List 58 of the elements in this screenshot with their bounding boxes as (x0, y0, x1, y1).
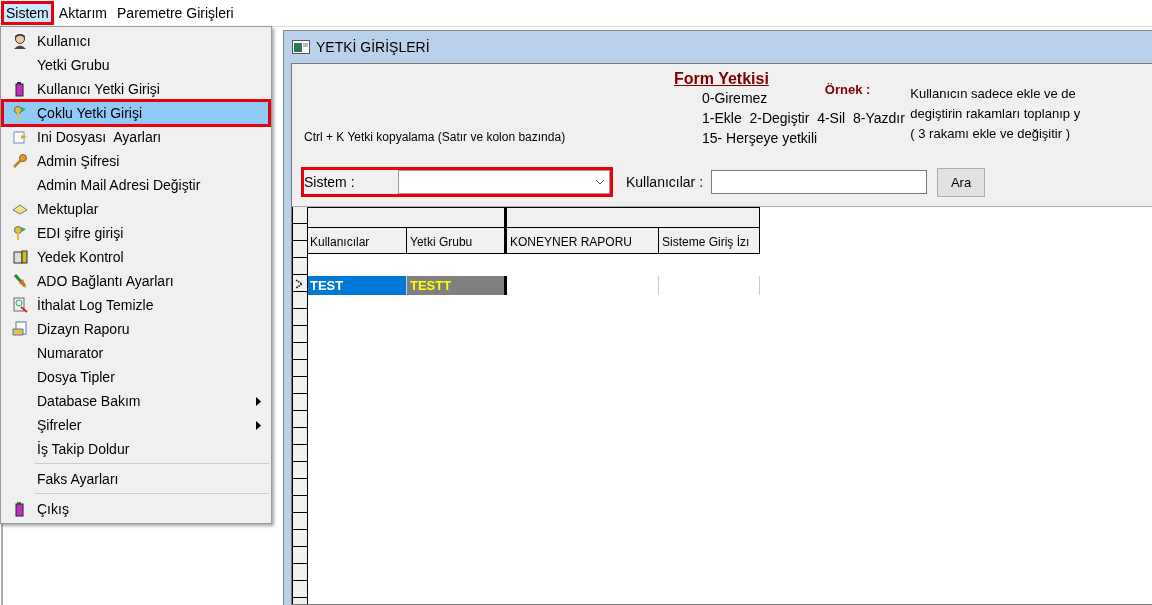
column-header[interactable]: Kullanıcılar (307, 228, 407, 254)
example-line: Kullanıcın sadece ekle ve de (910, 85, 1077, 103)
window-icon (292, 40, 310, 54)
shortcut-hint: Ctrl + K Yetki kopyalama (Satır ve kolon bazında) (304, 130, 566, 144)
legend-line: 0-Giremez (702, 89, 768, 108)
chevron-down-icon (595, 179, 605, 185)
plug-icon (12, 273, 28, 289)
menu-item[interactable]: Dizayn Raporu (3, 317, 269, 341)
example-line: ( 3 rakamı ekle ve değişitir ) (910, 125, 1071, 143)
printer-icon (12, 321, 28, 337)
key-icon (12, 105, 28, 121)
sistem-label: Sistem : (304, 174, 355, 190)
document-icon (12, 129, 28, 145)
menu-item[interactable]: Numarator (3, 341, 269, 365)
menu-item[interactable]: Dosya Tipler (3, 365, 269, 389)
menu-item[interactable]: Kullanıcı Yetki Girişi (3, 77, 269, 101)
row-pointer-icon (295, 279, 304, 289)
person-icon (12, 33, 28, 49)
menu-item[interactable]: Çıkış (3, 491, 269, 521)
column-header[interactable]: Yetki Grubu (407, 228, 507, 254)
menu-item[interactable]: EDI şifre girişi (3, 221, 269, 245)
server-icon (12, 249, 28, 265)
menu-item[interactable]: Mektuplar (3, 197, 269, 221)
users-label: Kullanıcılar : (626, 174, 704, 190)
menu-item[interactable]: İş Takip Doldur (3, 437, 269, 461)
menu-item[interactable]: Kullanıcı (3, 29, 269, 53)
menu-item[interactable]: Çoklu Yetki Girişi (3, 101, 269, 125)
menu-item[interactable]: İthalat Log Temizle (3, 293, 269, 317)
example-line: degiştirin rakamları toplanıp y (910, 105, 1081, 123)
legend-line: 15- Herşeye yetkili (702, 129, 818, 148)
legend-title: Form Yetkisi (674, 70, 769, 88)
search-button[interactable]: Ara (937, 167, 986, 197)
menu-item[interactable]: Admin Mail Adresi Değiştir (3, 173, 269, 197)
menu-item[interactable]: Faks Ayarları (3, 461, 269, 491)
menu-item[interactable]: Şifreler (3, 413, 269, 437)
menu-bar-item[interactable]: Paremetre Girişleri (113, 2, 238, 24)
sistem-dropdown[interactable] (398, 170, 610, 194)
menu-item[interactable]: Admin Şifresi (3, 149, 269, 173)
table-cell: TEST (307, 276, 407, 295)
users-field[interactable] (711, 170, 928, 194)
menu-bar-item[interactable]: Sistem (2, 2, 53, 24)
menu-item[interactable]: Yetki Grubu (3, 53, 269, 77)
column-header[interactable]: Sisteme Giriş İzı (659, 228, 760, 254)
document-icon (12, 297, 28, 313)
menu-bar-item[interactable]: Aktarım (54, 2, 112, 24)
window-title: YETKİ GİRİŞLERİ (316, 39, 430, 55)
submenu-arrow-icon (256, 420, 261, 430)
menu-item[interactable]: Database Bakım (3, 389, 269, 413)
menu-item[interactable]: Ini Dosyası Ayarları (3, 125, 269, 149)
table-cell: TESTT (407, 276, 507, 295)
example-label: Örnek : (824, 82, 871, 97)
menu-item[interactable]: Yedek Kontrol (3, 245, 269, 269)
submenu-arrow-icon (256, 396, 261, 406)
key-icon (12, 153, 28, 169)
legend-line: 1-Ekle 2-Degiştir 4-Sil 8-Yazdır (702, 109, 905, 128)
key-icon (12, 225, 28, 241)
column-header[interactable]: KONEYNER RAPORU (507, 228, 659, 254)
menu-item[interactable]: ADO Bağlantı Ayarları (3, 269, 269, 293)
